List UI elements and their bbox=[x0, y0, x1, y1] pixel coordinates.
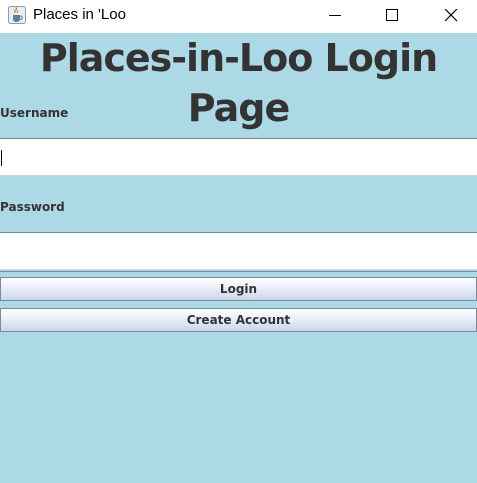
window-titlebar[interactable]: Places in 'Loo bbox=[0, 0, 477, 32]
text-caret bbox=[1, 150, 2, 166]
login-panel: Places-in-Loo Login Page Username Passwo… bbox=[0, 33, 477, 483]
minimize-icon bbox=[329, 15, 341, 16]
maximize-button[interactable] bbox=[369, 0, 415, 32]
minimize-button[interactable] bbox=[312, 0, 358, 32]
divider bbox=[0, 271, 477, 272]
page-title: Places-in-Loo Login Page bbox=[39, 36, 438, 130]
username-field[interactable] bbox=[0, 138, 477, 176]
close-button[interactable] bbox=[428, 0, 474, 32]
username-label: Username bbox=[0, 106, 69, 120]
password-field[interactable] bbox=[0, 232, 477, 270]
password-label: Password bbox=[0, 200, 65, 214]
create-account-button[interactable]: Create Account bbox=[0, 308, 477, 332]
java-cup-icon bbox=[8, 6, 26, 24]
login-button[interactable]: Login bbox=[0, 277, 477, 301]
close-icon bbox=[444, 9, 458, 22]
maximize-icon bbox=[386, 9, 398, 21]
window-title: Places in 'Loo bbox=[33, 6, 126, 23]
